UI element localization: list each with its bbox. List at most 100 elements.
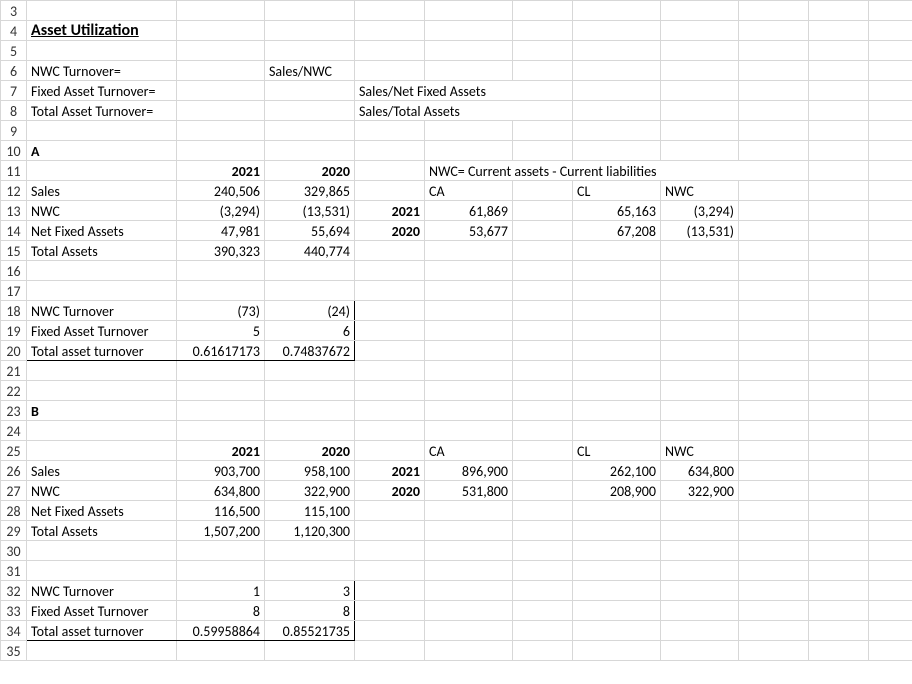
cell[interactable] (809, 441, 869, 461)
cell[interactable] (513, 401, 573, 421)
cell[interactable] (573, 281, 661, 301)
row-header[interactable]: 28 (1, 501, 27, 521)
cell[interactable] (513, 281, 573, 301)
cell[interactable]: 2020 (355, 481, 425, 501)
cell[interactable] (869, 81, 912, 101)
cell[interactable] (513, 541, 573, 561)
cell[interactable] (355, 521, 425, 541)
cell[interactable] (661, 21, 739, 41)
cell[interactable] (177, 421, 265, 441)
cell[interactable] (661, 141, 739, 161)
cell[interactable] (177, 141, 265, 161)
cell[interactable]: 6 (265, 321, 355, 341)
cell[interactable] (739, 501, 809, 521)
cell[interactable] (355, 581, 425, 601)
cell[interactable] (869, 441, 912, 461)
cell[interactable] (869, 61, 912, 81)
row-header[interactable]: 23 (1, 401, 27, 421)
cell[interactable]: Total asset turnover (27, 621, 177, 641)
cell[interactable] (869, 281, 912, 301)
cell[interactable]: 1,507,200 (177, 521, 265, 541)
cell[interactable] (265, 401, 355, 421)
cell[interactable]: 896,900 (425, 461, 513, 481)
cell[interactable] (513, 481, 573, 501)
cell[interactable] (425, 301, 513, 321)
cell[interactable]: Sales (27, 461, 177, 481)
cell[interactable] (513, 601, 573, 621)
cell[interactable] (739, 121, 809, 141)
cell[interactable] (27, 161, 177, 181)
cell[interactable] (513, 521, 573, 541)
cell[interactable] (739, 541, 809, 561)
cell[interactable] (355, 121, 425, 141)
cell[interactable] (869, 321, 912, 341)
cell[interactable] (27, 281, 177, 301)
cell[interactable] (739, 141, 809, 161)
cell[interactable] (27, 261, 177, 281)
cell[interactable] (661, 361, 739, 381)
row-header[interactable]: 27 (1, 481, 27, 501)
cell[interactable] (809, 581, 869, 601)
cell[interactable] (265, 381, 355, 401)
cell[interactable]: 2020 (265, 441, 355, 461)
row-header[interactable]: 9 (1, 121, 27, 141)
cell[interactable] (513, 221, 573, 241)
row-header[interactable]: 17 (1, 281, 27, 301)
cell[interactable] (177, 401, 265, 421)
cell[interactable] (513, 561, 573, 581)
row-header[interactable]: 11 (1, 161, 27, 181)
cell[interactable] (661, 61, 739, 81)
cell[interactable] (739, 441, 809, 461)
cell[interactable] (355, 401, 425, 421)
cell[interactable] (573, 101, 661, 121)
cell[interactable] (869, 21, 912, 41)
cell[interactable] (809, 601, 869, 621)
cell[interactable] (739, 301, 809, 321)
cell[interactable] (177, 261, 265, 281)
cell[interactable] (661, 321, 739, 341)
row-header[interactable]: 20 (1, 341, 27, 361)
cell[interactable] (869, 101, 912, 121)
cell[interactable] (869, 221, 912, 241)
cell[interactable] (739, 621, 809, 641)
cell[interactable]: NWC (27, 201, 177, 221)
cell[interactable] (869, 141, 912, 161)
row-header[interactable]: 22 (1, 381, 27, 401)
cell[interactable] (573, 81, 661, 101)
cell[interactable] (27, 361, 177, 381)
cell[interactable] (265, 1, 355, 21)
cell[interactable]: 958,100 (265, 461, 355, 481)
cell[interactable] (573, 621, 661, 641)
cell[interactable] (177, 641, 265, 661)
cell[interactable] (573, 321, 661, 341)
cell[interactable] (809, 421, 869, 441)
cell[interactable] (425, 281, 513, 301)
cell[interactable] (27, 641, 177, 661)
cell[interactable] (177, 281, 265, 301)
cell[interactable] (661, 561, 739, 581)
cell[interactable] (661, 261, 739, 281)
cell[interactable] (425, 521, 513, 541)
cell[interactable] (809, 481, 869, 501)
section-a-label[interactable]: A (27, 141, 177, 161)
cell[interactable] (869, 341, 912, 361)
cell[interactable] (573, 341, 661, 361)
cell[interactable] (809, 381, 869, 401)
cell[interactable] (809, 561, 869, 581)
cell[interactable] (869, 541, 912, 561)
cell[interactable] (739, 601, 809, 621)
cell[interactable] (425, 361, 513, 381)
cell[interactable] (265, 641, 355, 661)
cell[interactable] (661, 41, 739, 61)
cell[interactable] (265, 121, 355, 141)
cell[interactable] (355, 41, 425, 61)
cell[interactable] (739, 281, 809, 301)
cell[interactable]: 440,774 (265, 241, 355, 261)
cell[interactable]: Fixed Asset Turnover= (27, 81, 177, 101)
cell[interactable] (739, 461, 809, 481)
cell[interactable] (661, 281, 739, 301)
row-header[interactable]: 4 (1, 21, 27, 41)
cell[interactable] (513, 421, 573, 441)
cell[interactable] (27, 561, 177, 581)
cell[interactable] (513, 581, 573, 601)
